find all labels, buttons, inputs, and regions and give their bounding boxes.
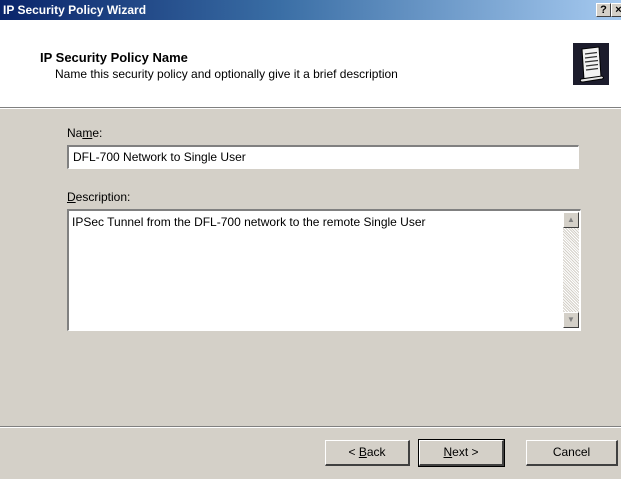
title-bar[interactable]: IP Security Policy Wizard ? × [0, 0, 621, 20]
page-subtitle: Name this security policy and optionally… [55, 67, 398, 81]
scroll-up-arrow-icon[interactable]: ▲ [563, 212, 579, 228]
footer-divider [0, 426, 621, 428]
cancel-button[interactable]: Cancel [526, 440, 618, 466]
close-button[interactable]: × [611, 3, 621, 17]
help-button[interactable]: ? [596, 3, 611, 17]
wizard-header: IP Security Policy Name Name this securi… [0, 20, 621, 107]
description-label: Description: [67, 190, 131, 204]
window-title: IP Security Policy Wizard [3, 3, 147, 17]
name-field[interactable]: DFL-700 Network to Single User [67, 145, 579, 169]
page-title: IP Security Policy Name [40, 50, 188, 65]
next-button[interactable]: Next > [418, 439, 505, 467]
scroll-down-arrow-icon[interactable]: ▼ [563, 312, 579, 328]
policy-document-icon [573, 43, 609, 85]
description-text: IPSec Tunnel from the DFL-700 network to… [72, 215, 426, 229]
header-divider [0, 107, 621, 109]
name-label: Name: [67, 126, 103, 140]
description-field[interactable]: IPSec Tunnel from the DFL-700 network to… [67, 209, 581, 331]
back-button[interactable]: < Back [325, 440, 410, 466]
description-scrollbar[interactable]: ▲ ▼ [563, 212, 579, 328]
wizard-window: IP Security Policy Wizard ? × IP Securit… [0, 0, 621, 479]
